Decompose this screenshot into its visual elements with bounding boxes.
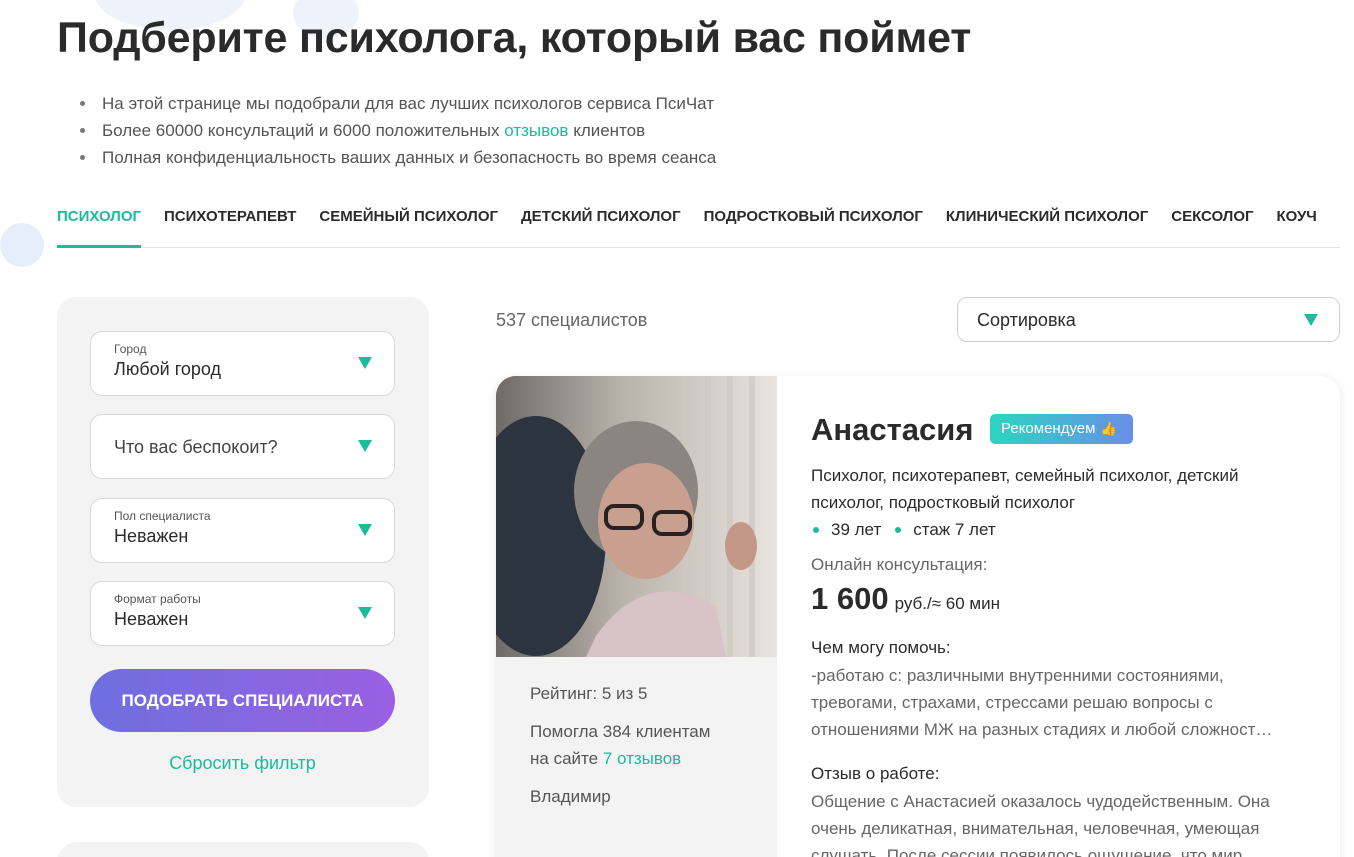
sort-select[interactable]: Сортировка — [957, 297, 1340, 342]
specialist-card[interactable]: Рейтинг: 5 из 5 Помогла 384 клиентам на … — [496, 376, 1340, 857]
tab-family-psychologist[interactable]: Семейный психолог — [319, 190, 498, 247]
help-text: -работаю с: различными внутренними состо… — [811, 666, 1273, 739]
bullet-icon — [80, 155, 85, 160]
age-text: 39 лет — [831, 520, 882, 539]
bullet-icon — [80, 101, 85, 106]
reviews-link[interactable]: отзывов — [504, 117, 568, 144]
price-unit: руб./≈ 60 мин — [894, 594, 1000, 613]
bullet-icon — [895, 526, 902, 533]
experience-text: стаж 7 лет — [913, 520, 996, 539]
benefits-list: На этой странице мы подобрали для вас лу… — [80, 90, 716, 171]
bullet-icon — [80, 128, 85, 133]
results-count: 537 специалистов — [496, 310, 648, 330]
format-select[interactable]: Формат работы Неважен — [90, 581, 395, 646]
online-consultation-label: Онлайн консультация: — [811, 555, 988, 574]
find-specialist-button[interactable]: Подобрать специалиста — [90, 669, 395, 732]
helped-clients-text: Помогла 384 клиентам — [530, 722, 711, 741]
tab-sexologist[interactable]: Сексолог — [1171, 190, 1253, 247]
city-label: Город — [114, 342, 147, 356]
recommended-badge: Рекомендуем 👍 — [990, 414, 1133, 444]
concern-placeholder: Что вас беспокоит? — [114, 437, 278, 457]
tab-coach[interactable]: Коуч — [1277, 190, 1317, 247]
reviewer-name: Владимир — [530, 787, 611, 806]
specialist-photo[interactable] — [496, 376, 777, 657]
bullet-icon — [813, 526, 819, 533]
gender-label: Пол специалиста — [114, 509, 211, 523]
list-item: На этой странице мы подобрали для вас лу… — [80, 90, 716, 117]
city-value: Любой город — [114, 359, 221, 379]
concern-select[interactable]: Что вас беспокоит? — [90, 414, 395, 479]
reviews-line: на сайте 7 отзывов — [530, 749, 682, 768]
tab-child-psychologist[interactable]: Детский психолог — [521, 190, 681, 247]
gender-value: Неважен — [114, 526, 189, 546]
card-reviews-link[interactable]: 7 отзывов — [603, 749, 681, 768]
gender-select[interactable]: Пол специалиста Неважен — [90, 498, 395, 563]
chevron-down-icon — [358, 607, 372, 619]
format-value: Неважен — [114, 609, 189, 629]
list-item: Полная конфиденциальность ваших данных и… — [80, 144, 716, 171]
thumbs-up-icon: 👍 — [1100, 421, 1117, 436]
price: 1 600 руб./≈ 60 мин — [811, 581, 1000, 617]
chevron-down-icon — [358, 357, 372, 369]
specialist-facts: 39 лет стаж 7 лет — [811, 516, 996, 543]
tab-clinical-psychologist[interactable]: Клинический психолог — [946, 190, 1148, 247]
specialization-text: Психолог, психотерапевт, семейный психол… — [811, 466, 1239, 512]
chevron-down-icon — [1304, 314, 1318, 326]
specialist-tabs: Психолог Психотерапевт Семейный психолог… — [57, 190, 1340, 248]
filter-panel: Город Любой город Что вас беспокоит? Пол… — [57, 297, 429, 807]
review-title: Отзыв о работе: — [811, 764, 940, 783]
city-select[interactable]: Город Любой город — [90, 331, 395, 396]
tab-psychotherapist[interactable]: Психотерапевт — [164, 190, 296, 247]
specialist-name[interactable]: Анастасия — [811, 412, 973, 448]
tab-teen-psychologist[interactable]: Подростковый психолог — [704, 190, 923, 247]
reset-filter-link[interactable]: Сбросить фильтр — [90, 753, 395, 774]
card-sidebar: Рейтинг: 5 из 5 Помогла 384 клиентам на … — [496, 376, 777, 857]
chevron-down-icon — [358, 440, 372, 452]
decorative-circle — [0, 223, 44, 267]
price-value: 1 600 — [811, 581, 889, 616]
chevron-down-icon — [358, 524, 372, 536]
tab-psychologist[interactable]: Психолог — [57, 190, 142, 248]
page-title: Подберите психолога, который вас поймет — [57, 14, 972, 62]
list-item: Более 60000 консультаций и 6000 положите… — [80, 117, 716, 144]
sort-label: Сортировка — [977, 310, 1076, 330]
format-label: Формат работы — [114, 592, 201, 606]
secondary-panel — [57, 842, 429, 857]
rating-text: Рейтинг: 5 из 5 — [530, 684, 648, 703]
review-text: Общение с Анастасией оказалось чудодейст… — [811, 792, 1270, 857]
help-title: Чем могу помочь: — [811, 638, 951, 657]
